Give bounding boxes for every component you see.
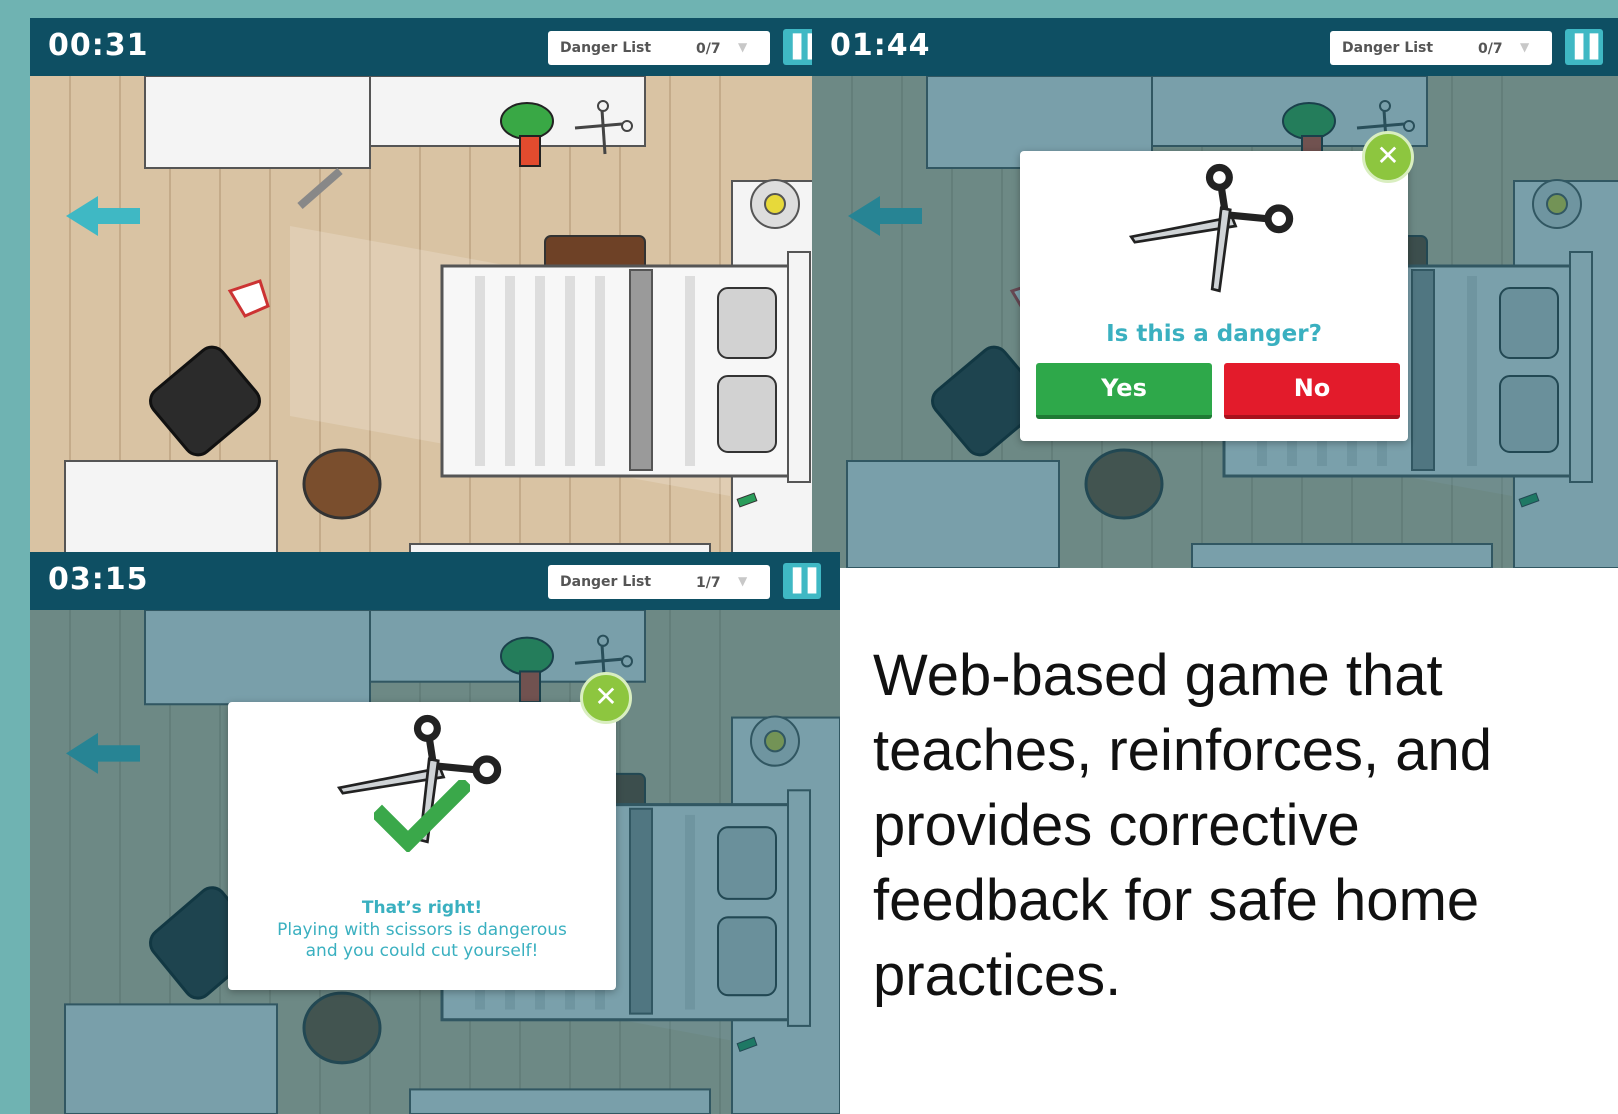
pause-icon: ▌▌ (793, 569, 825, 594)
chevron-down-icon: ▼ (738, 40, 748, 54)
danger-list-dropdown[interactable]: Danger List 1/7 ▼ (548, 565, 770, 599)
close-icon[interactable]: ✕ (1362, 131, 1414, 183)
danger-count: 0/7 (696, 41, 721, 57)
slide: 00:31 Danger List 0/7 ▼ ▌▌ 01:44 Danger … (30, 18, 1618, 1114)
game-panel-2: 01:44 Danger List 0/7 ▼ ▌▌ Is this a dan… (812, 18, 1618, 568)
danger-list-label: Danger List (560, 40, 652, 56)
feedback-line-2: and you could cut yourself! (305, 941, 539, 961)
game-panel-1: 00:31 Danger List 0/7 ▼ ▌▌ (30, 18, 840, 568)
pause-button[interactable]: ▌▌ (1565, 29, 1607, 65)
caption-text: Web-based game that teaches, reinforces,… (873, 643, 1493, 1008)
danger-question-popup: Is this a danger? Yes No (1020, 151, 1408, 441)
timer: 03:15 (48, 562, 149, 597)
no-button[interactable]: No (1224, 363, 1400, 419)
scissors-icon (1124, 163, 1304, 307)
chevron-down-icon: ▼ (1520, 40, 1530, 54)
question-text: Is this a danger? (1106, 321, 1322, 347)
room-scene[interactable] (30, 76, 840, 568)
feedback-popup: That’s right! Playing with scissors is d… (228, 702, 616, 990)
pause-button[interactable]: ▌▌ (783, 563, 825, 599)
timer: 01:44 (830, 28, 931, 63)
hud-bar: 03:15 Danger List 1/7 ▼ ▌▌ (30, 552, 840, 610)
danger-list-dropdown[interactable]: Danger List 0/7 ▼ (548, 31, 770, 65)
hud-bar: 00:31 Danger List 0/7 ▼ ▌▌ (30, 18, 840, 76)
feedback-line-1: Playing with scissors is dangerous (277, 920, 567, 940)
left-arrow-icon[interactable] (64, 194, 144, 238)
danger-count: 0/7 (1478, 41, 1503, 57)
danger-list-label: Danger List (1342, 40, 1434, 56)
danger-count: 1/7 (696, 575, 721, 591)
pause-icon: ▌▌ (1575, 35, 1607, 60)
chevron-down-icon: ▼ (738, 574, 748, 588)
close-icon[interactable]: ✕ (580, 672, 632, 724)
timer: 00:31 (48, 28, 149, 63)
feedback-title: That’s right! (361, 898, 483, 918)
game-panel-3: 03:15 Danger List 1/7 ▼ ▌▌ That’s right!… (30, 552, 840, 1114)
danger-list-label: Danger List (560, 574, 652, 590)
hud-bar: 01:44 Danger List 0/7 ▼ ▌▌ (812, 18, 1618, 76)
yes-button[interactable]: Yes (1036, 363, 1212, 419)
checkmark-icon (374, 780, 470, 852)
danger-list-dropdown[interactable]: Danger List 0/7 ▼ (1330, 31, 1552, 65)
